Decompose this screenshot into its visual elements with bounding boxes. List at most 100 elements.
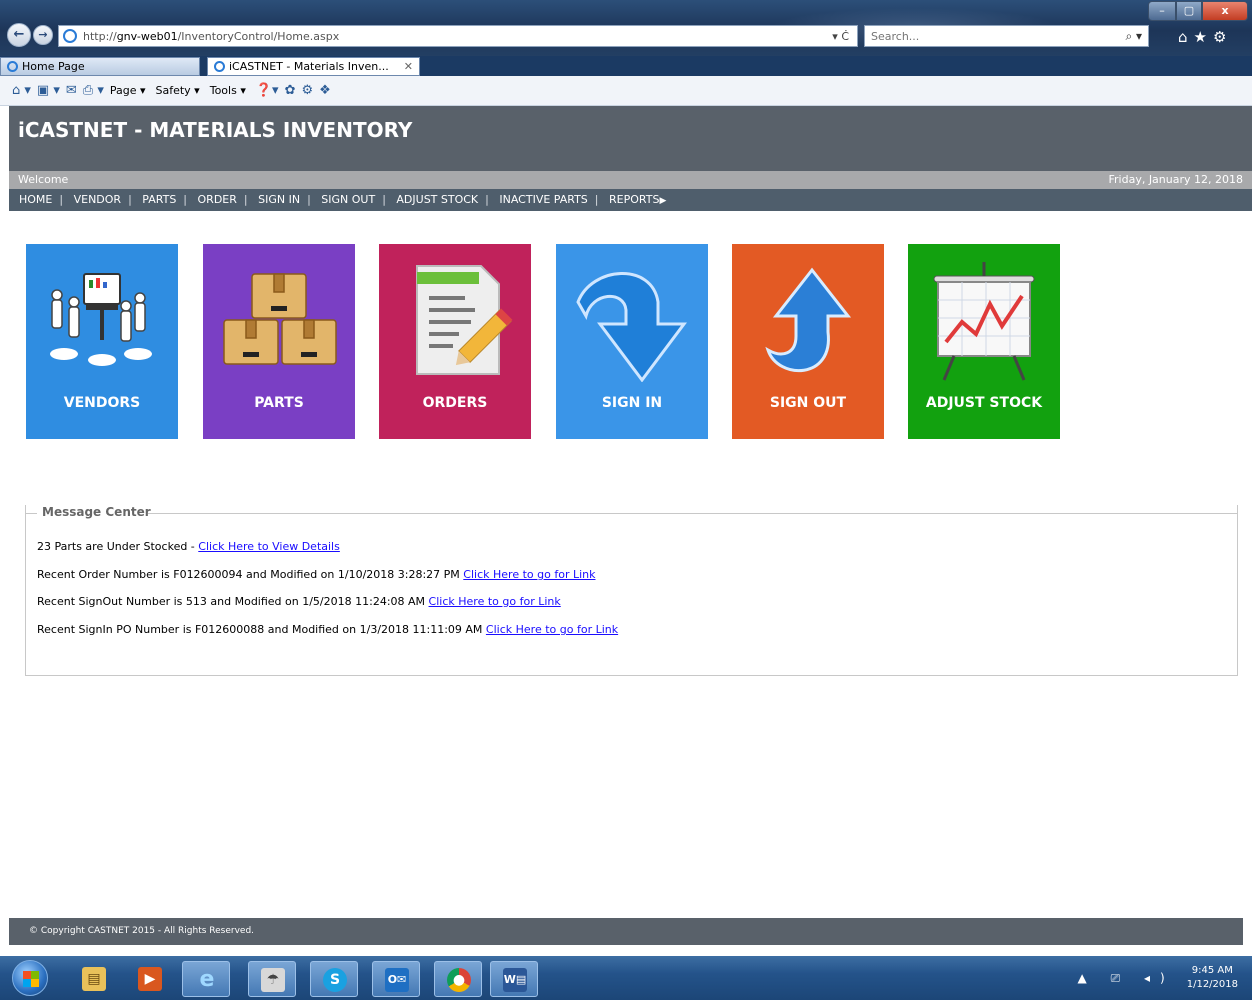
tab-bar: Home Page iCASTNET - Materials Inven... … — [0, 56, 1252, 76]
chrome-icon: ● — [447, 968, 471, 992]
home-favorites-settings-icons[interactable]: ⌂★⚙ — [1178, 28, 1232, 46]
ie-tab-icon — [7, 61, 18, 72]
submenu-arrow-icon: ▶ — [659, 196, 667, 206]
address-bar[interactable]: http://gnv-web01/InventoryControl/Home.a… — [58, 25, 858, 47]
taskbar-app[interactable]: ☂ — [248, 961, 296, 997]
tile-label: SIGN IN — [601, 395, 663, 411]
search-box[interactable]: ⌕ ▾ — [864, 25, 1149, 47]
search-icon[interactable]: ⌕ ▾ — [1125, 29, 1142, 44]
mail-icon[interactable]: ✉ — [66, 83, 77, 98]
tile-label: PARTS — [254, 395, 304, 411]
word-icon: W▤ — [503, 968, 527, 992]
message-center-title: Message Center — [42, 505, 151, 519]
gear-icon[interactable]: ⚙ — [301, 83, 313, 98]
menu-inactive-parts[interactable]: INACTIVE PARTS — [499, 193, 587, 206]
menu-sign-in[interactable]: SIGN IN — [258, 193, 300, 206]
taskbar-word[interactable]: W▤ — [490, 961, 538, 997]
orders-tile[interactable]: ORDERS — [379, 244, 531, 439]
system-tray: ▲ ⎚ ◂) 9:45 AM 1/12/2018 — [1078, 964, 1238, 992]
ie-tab-icon — [214, 61, 225, 72]
ie-icon: e — [199, 967, 215, 992]
taskbar-skype[interactable]: S — [310, 961, 358, 997]
clock-date: 1/12/2018 — [1186, 979, 1238, 990]
safety-menu[interactable]: Safety ▾ — [156, 84, 200, 97]
parts-tile[interactable]: PARTS — [203, 244, 355, 439]
view-details-link[interactable]: Click Here to View Details — [198, 540, 340, 553]
message-recent-signin: Recent SignIn PO Number is F012600088 an… — [37, 623, 619, 636]
clock[interactable]: 9:45 AM 1/12/2018 — [1187, 964, 1238, 992]
home-icon[interactable]: ⌂ ▾ — [12, 83, 31, 98]
app-header: iCASTNET - MATERIALS INVENTORY — [9, 106, 1252, 171]
outlook-icon: O✉ — [385, 968, 409, 992]
feeds-icon[interactable]: ▣ ▾ — [37, 83, 60, 98]
taskbar-chrome[interactable]: ● — [434, 961, 482, 997]
signin-link[interactable]: Click Here to go for Link — [486, 623, 618, 636]
tab-close-icon[interactable]: ✕ — [404, 58, 413, 75]
search-input[interactable] — [871, 29, 1126, 43]
order-link[interactable]: Click Here to go for Link — [463, 568, 595, 581]
page-footer: © Copyright CASTNET 2015 - All Rights Re… — [9, 918, 1243, 945]
minimize-button[interactable]: – — [1148, 1, 1176, 21]
message-recent-order: Recent Order Number is F012600094 and Mo… — [37, 568, 596, 581]
message-under-stocked: 23 Parts are Under Stocked - Click Here … — [37, 540, 340, 553]
forward-button[interactable]: → — [33, 25, 53, 45]
message-center-panel — [25, 505, 1238, 676]
current-date: Friday, January 12, 2018 — [1108, 173, 1243, 186]
tools-menu[interactable]: Tools ▾ — [210, 84, 246, 97]
arrow-up-icon — [765, 267, 852, 373]
print-icon[interactable]: ⎙ ▾ — [83, 83, 104, 98]
menu-home[interactable]: HOME — [19, 193, 52, 206]
start-button[interactable] — [12, 960, 48, 996]
window-controls: – ▢ x — [1148, 1, 1248, 21]
tile-label: VENDORS — [63, 395, 141, 411]
research-icon[interactable]: ❖ — [319, 83, 331, 98]
adjust-stock-tile[interactable]: ADJUST STOCK — [908, 244, 1060, 439]
ie-page-icon — [63, 29, 77, 43]
tile-label: ADJUST STOCK — [925, 395, 1043, 411]
document-pencil-icon — [416, 265, 513, 375]
maximize-button[interactable]: ▢ — [1176, 1, 1202, 21]
chart-easel-icon — [933, 262, 1035, 381]
refresh-dropdown-icon[interactable]: ▾ Ċ — [832, 30, 849, 43]
tile-label: SIGN OUT — [769, 395, 847, 411]
tile-label: ORDERS — [422, 395, 488, 411]
skype-icon: S — [323, 968, 347, 992]
taskbar-outlook[interactable]: O✉ — [372, 961, 420, 997]
menu-adjust-stock[interactable]: ADJUST STOCK — [396, 193, 478, 206]
page-menu[interactable]: Page ▾ — [110, 84, 146, 97]
back-button[interactable]: ← — [7, 23, 31, 47]
command-bar: ⌂ ▾ ▣ ▾ ✉ ⎙ ▾ Page ▾ Safety ▾ Tools ▾ ❓▾… — [0, 76, 1252, 106]
media-icon: ▶ — [138, 967, 162, 991]
taskbar-explorer[interactable]: ▤ — [70, 961, 118, 997]
address-url: http://gnv-web01/InventoryControl/Home.a… — [83, 29, 340, 43]
page-title: iCASTNET - MATERIALS INVENTORY — [18, 118, 413, 142]
people-monitor-icon — [50, 273, 152, 366]
folder-icon: ▤ — [82, 967, 106, 991]
taskbar-ie[interactable]: e — [182, 961, 230, 997]
menu-reports[interactable]: REPORTS — [609, 193, 659, 206]
sign-in-tile[interactable]: SIGN IN — [556, 244, 708, 439]
boxes-icon — [223, 273, 337, 365]
tray-icons[interactable]: ▲ ⎚ ◂) — [1078, 971, 1175, 986]
arrow-down-icon — [576, 272, 687, 382]
app-icon: ☂ — [261, 968, 285, 992]
menu-vendor[interactable]: VENDOR — [74, 193, 121, 206]
taskbar-media[interactable]: ▶ — [126, 961, 174, 997]
help-icon[interactable]: ❓▾ — [256, 83, 279, 98]
menu-parts[interactable]: PARTS — [142, 193, 176, 206]
menu-order[interactable]: ORDER — [198, 193, 237, 206]
clock-time: 9:45 AM — [1191, 965, 1233, 976]
windows-taskbar: ▤ ▶ e ☂ S O✉ ● W▤ ▲ ⎚ ◂) 9:45 AM 1/12/20… — [0, 956, 1252, 1000]
browser-title-bar: – ▢ x ← → http://gnv-web01/InventoryCont… — [0, 0, 1252, 56]
tab-home-page[interactable]: Home Page — [0, 57, 200, 76]
windows-logo-icon — [23, 971, 39, 987]
vendors-tile[interactable]: VENDORS — [26, 244, 178, 439]
welcome-text: Welcome — [18, 173, 69, 186]
addon-icon[interactable]: ✿ — [285, 83, 296, 98]
close-button[interactable]: x — [1202, 1, 1248, 21]
menu-sign-out[interactable]: SIGN OUT — [321, 193, 375, 206]
sign-out-tile[interactable]: SIGN OUT — [732, 244, 884, 439]
main-menu: HOME | VENDOR | PARTS | ORDER | SIGN IN | SIG… — [9, 189, 1252, 211]
signout-link[interactable]: Click Here to go for Link — [429, 595, 561, 608]
tab-icastnet[interactable]: iCASTNET - Materials Inven... ✕ — [207, 57, 420, 76]
